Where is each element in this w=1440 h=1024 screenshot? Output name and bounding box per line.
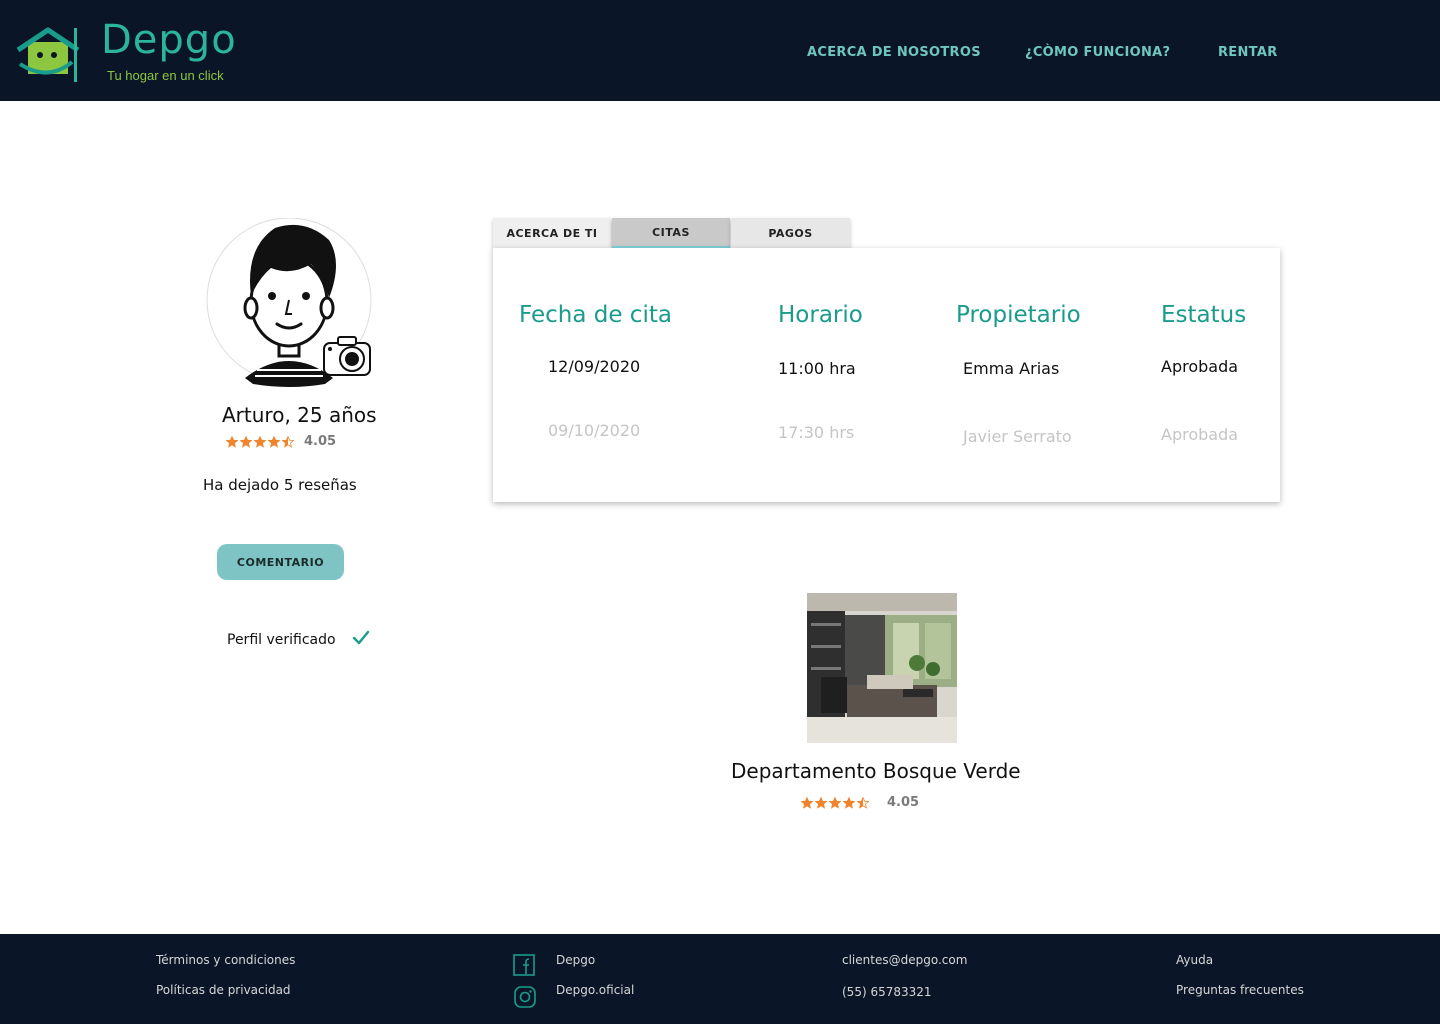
table-cell-date: 09/10/2020 (548, 421, 641, 440)
star-half-icon (282, 436, 294, 448)
facebook-icon[interactable] (513, 954, 535, 976)
property-rating-stars (801, 797, 869, 809)
nav-about-us[interactable]: ACERCA DE NOSOTROS (807, 45, 981, 60)
star-full-icon (268, 436, 280, 448)
check-icon (352, 630, 370, 645)
footer-facebook-link[interactable]: Depgo (556, 953, 595, 967)
footer-terms-link[interactable]: Términos y condiciones (156, 953, 295, 967)
table-cell-time: 11:00 hra (778, 359, 856, 378)
brand-name[interactable]: Depgo (101, 20, 237, 60)
table-cell-status: Aprobada (1161, 357, 1239, 376)
column-header-status: Estatus (1161, 302, 1247, 328)
footer-help-link[interactable]: Ayuda (1176, 953, 1213, 967)
profile-rating-value: 4.05 (304, 434, 337, 449)
table-cell-status: Aprobada (1161, 425, 1239, 444)
table-cell-owner: Emma Arias (963, 359, 1060, 378)
property-photo[interactable] (807, 593, 957, 743)
table-cell-date: 12/09/2020 (548, 357, 641, 376)
footer-privacy-link[interactable]: Políticas de privacidad (156, 983, 291, 997)
footer-phone: (55) 65783321 (842, 985, 932, 999)
tab-appointments[interactable]: CITAS (612, 218, 730, 248)
star-half-icon (857, 797, 869, 809)
footer: Términos y condiciones Políticas de priv… (0, 934, 1440, 1024)
footer-faq-link[interactable]: Preguntas frecuentes (1176, 983, 1304, 997)
star-full-icon (254, 436, 266, 448)
profile-name: Arturo, 25 años (222, 403, 377, 427)
reviews-count-text: Ha dejado 5 reseñas (203, 476, 357, 494)
top-navbar: Depgo Tu hogar en un click ACERCA DE NOS… (0, 0, 1440, 101)
brand-tagline: Tu hogar en un click (107, 68, 224, 83)
camera-icon[interactable] (322, 335, 374, 377)
property-rating-value: 4.05 (887, 795, 920, 810)
verified-profile-label: Perfil verificado (227, 632, 336, 648)
property-title[interactable]: Departamento Bosque Verde (731, 759, 1021, 783)
comment-button[interactable]: COMENTARIO (217, 544, 344, 580)
column-header-owner: Propietario (956, 302, 1081, 328)
tab-about-you[interactable]: ACERCA DE TI (493, 218, 611, 248)
nav-rent[interactable]: RENTAR (1218, 45, 1278, 60)
profile-rating-stars (226, 436, 294, 448)
star-full-icon (829, 797, 841, 809)
house-logo-icon[interactable] (16, 24, 80, 84)
table-cell-owner: Javier Serrato (963, 427, 1072, 446)
table-cell-time: 17:30 hrs (778, 423, 855, 442)
column-header-time: Horario (778, 302, 863, 328)
star-full-icon (240, 436, 252, 448)
star-full-icon (226, 436, 238, 448)
column-header-date: Fecha de cita (519, 302, 672, 328)
star-full-icon (801, 797, 813, 809)
footer-email-link[interactable]: clientes@depgo.com (842, 953, 967, 967)
star-full-icon (843, 797, 855, 809)
footer-instagram-link[interactable]: Depgo.oficial (556, 983, 634, 997)
tab-payments[interactable]: PAGOS (731, 218, 850, 248)
nav-how-it-works[interactable]: ¿CÒMO FUNCIONA? (1025, 45, 1170, 60)
star-full-icon (815, 797, 827, 809)
instagram-icon[interactable] (514, 986, 536, 1008)
